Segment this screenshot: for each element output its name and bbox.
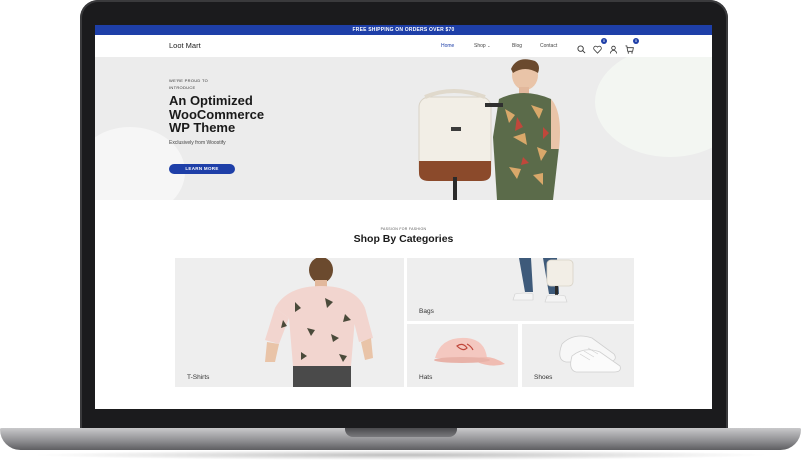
hero-model-image — [413, 57, 573, 200]
account-icon[interactable] — [609, 41, 619, 54]
nav-shop-label: Shop — [474, 43, 486, 49]
nav-blog[interactable]: Blog — [512, 43, 522, 49]
cart-icon[interactable]: 0 — [625, 38, 639, 54]
hero-eyebrow: WE'RE PROUD TO INTRODUCE — [169, 78, 209, 90]
hero-title-line: WP Theme — [169, 120, 236, 135]
cart-count-badge: 0 — [633, 38, 639, 44]
category-tile-shoes[interactable]: Shoes — [522, 324, 634, 387]
category-label: Bags — [419, 308, 434, 315]
wishlist-icon[interactable]: 0 — [593, 38, 607, 54]
category-label: Hats — [419, 374, 433, 381]
category-tile-hats[interactable]: Hats — [407, 324, 518, 387]
site-logo[interactable]: Loot Mart — [169, 41, 201, 50]
learn-more-button[interactable]: LEARN MORE — [169, 164, 235, 174]
hero-title-line: An Optimized — [169, 93, 253, 108]
nav-contact[interactable]: Contact — [540, 43, 557, 49]
nav-shop[interactable]: Shop ⌄ — [474, 43, 490, 49]
category-label: T-Shirts — [187, 374, 210, 381]
laptop-screen: FREE SHIPPING ON ORDERS OVER $70 Loot Ma… — [95, 25, 712, 409]
category-tile-tshirts[interactable]: T-Shirts — [175, 258, 404, 387]
bags-model-image — [512, 258, 574, 303]
wishlist-count-badge: 0 — [601, 38, 607, 44]
chevron-down-icon: ⌄ — [487, 43, 491, 48]
hero-banner: WE'RE PROUD TO INTRODUCE An Optimized Wo… — [95, 57, 712, 200]
category-label: Shoes — [534, 374, 553, 381]
laptop-notch — [345, 428, 457, 437]
hero-title: An Optimized WooCommerce WP Theme — [169, 94, 349, 135]
tshirt-model-image — [265, 258, 373, 387]
site-header: Loot Mart Home Shop ⌄ Blog Contact 0 0 — [95, 35, 712, 57]
category-tile-bags[interactable]: Bags — [407, 258, 634, 321]
hero-title-line: WooCommerce — [169, 106, 265, 122]
categories-title: Shop By Categories — [353, 233, 454, 245]
laptop-shadow — [30, 450, 771, 460]
categories-eyebrow: PASSION FOR FASHION — [380, 227, 427, 231]
nav-home[interactable]: Home — [441, 43, 454, 49]
announcement-bar: FREE SHIPPING ON ORDERS OVER $70 — [95, 25, 712, 35]
hero-subtitle: Exclusively from Woostify — [169, 140, 226, 146]
hero-decor-shape — [595, 57, 712, 157]
search-icon[interactable] — [577, 41, 587, 54]
